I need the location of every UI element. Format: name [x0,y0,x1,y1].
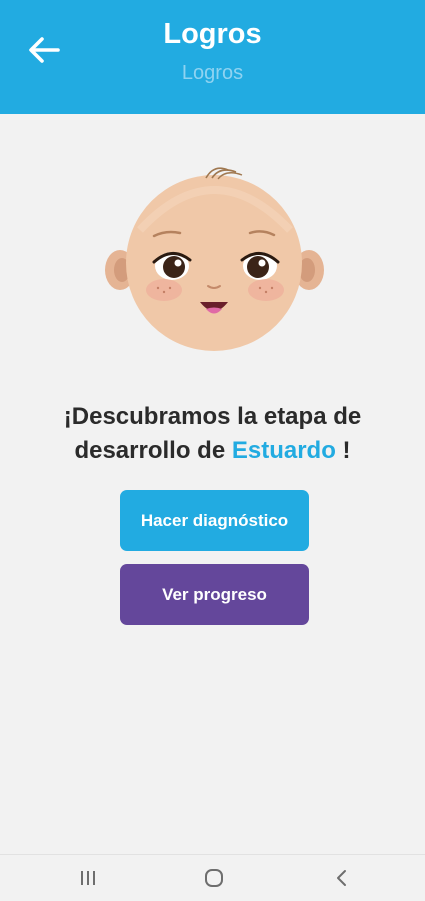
child-name: Estuardo [231,437,336,464]
back-chevron-icon [337,870,346,886]
view-progress-button[interactable]: Ver progreso [120,564,309,625]
recents-icon [81,871,95,885]
system-nav-bar [0,854,425,901]
baby-face-icon [105,167,324,351]
headline: ¡Descubramos la etapa de desarrollo de E… [20,400,405,468]
recents-button[interactable] [58,855,118,901]
headline-end: ! [335,437,351,464]
home-icon [205,869,223,887]
make-diagnostic-button[interactable]: Hacer diagnóstico [120,490,309,551]
system-back-button[interactable] [312,855,372,901]
page-title: Logros [163,18,262,50]
app-bar: Logros Logros [0,0,425,114]
page-subtitle: Logros [181,62,244,84]
home-button[interactable] [184,855,244,901]
